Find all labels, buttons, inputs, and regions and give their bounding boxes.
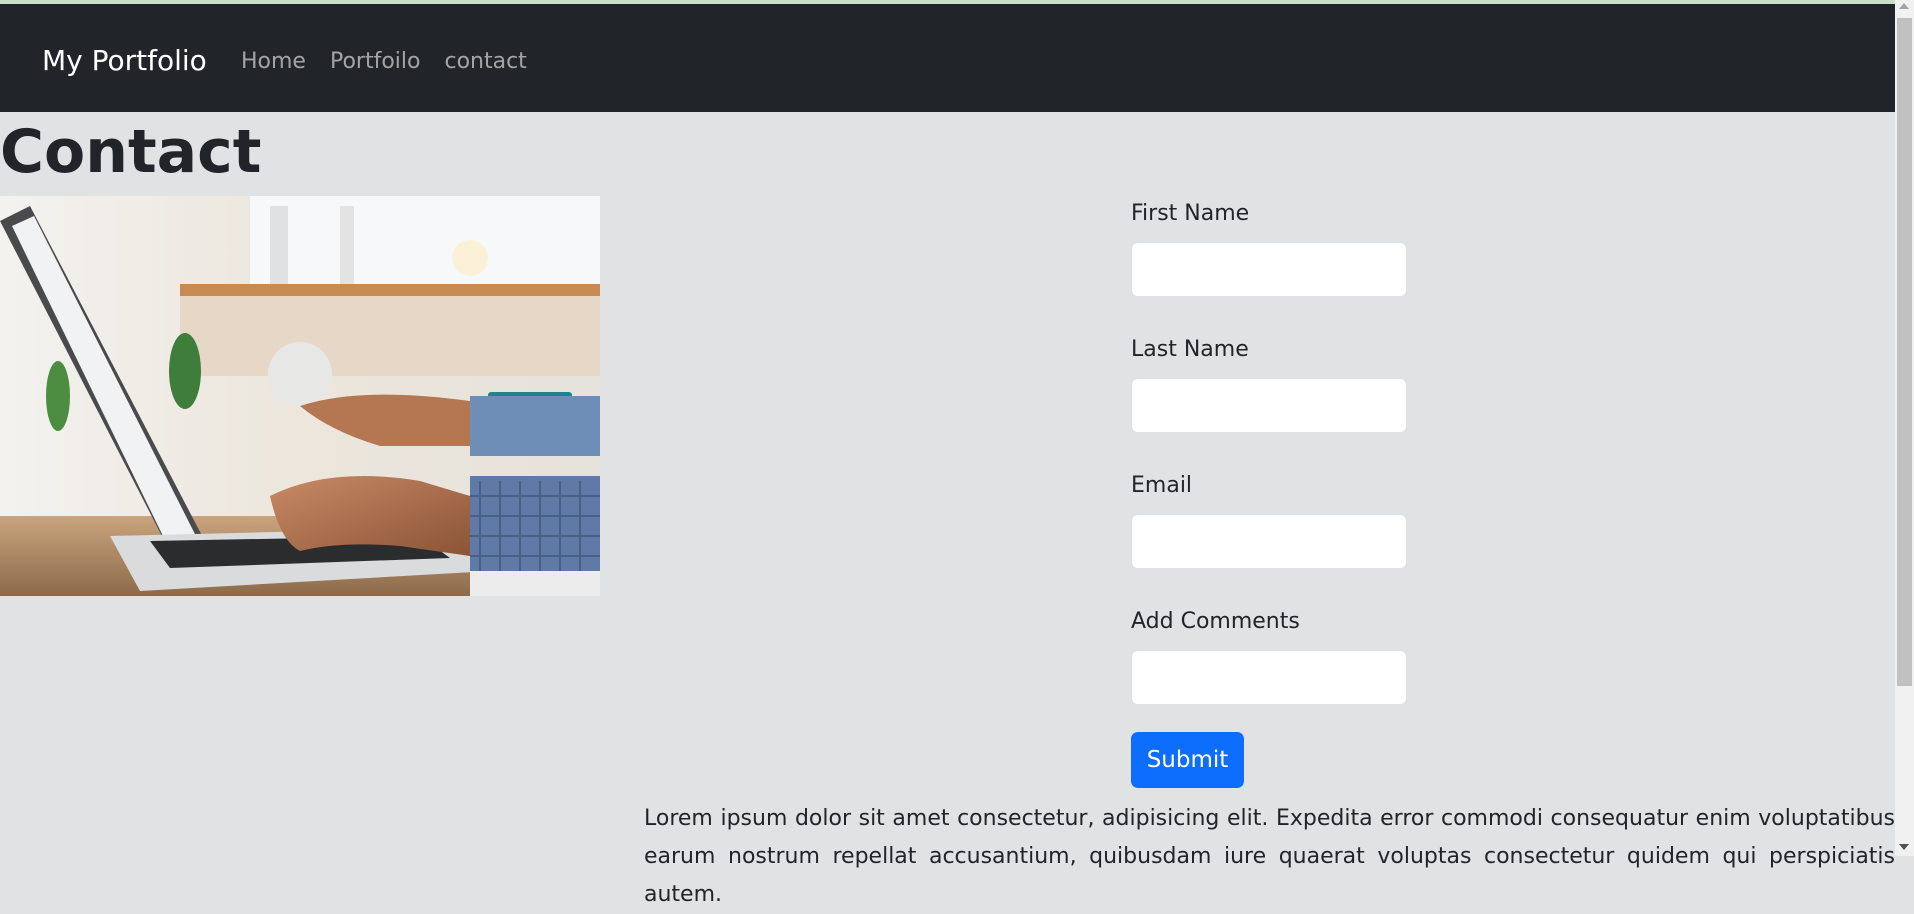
email-input[interactable]	[1131, 514, 1407, 569]
nav-links: Home Portfoilo contact	[241, 49, 527, 74]
submit-button[interactable]: Submit	[1131, 732, 1244, 788]
nav-link-portfolio[interactable]: Portfoilo	[330, 49, 421, 74]
vertical-scrollbar[interactable]	[1895, 0, 1914, 856]
nav-link-home[interactable]: Home	[241, 49, 306, 74]
lorem-paragraph: Lorem ipsum dolor sit amet consectetur, …	[644, 806, 1895, 907]
last-name-label: Last Name	[1131, 337, 1249, 362]
email-label: Email	[1131, 473, 1193, 498]
scrollbar-thumb[interactable]	[1897, 18, 1912, 686]
first-name-input[interactable]	[1131, 242, 1407, 297]
laptop-photo	[0, 196, 600, 596]
comments-input[interactable]	[1131, 650, 1407, 705]
navbar-brand[interactable]: My Portfolio	[42, 44, 207, 77]
page-title: Contact	[0, 117, 262, 187]
scroll-up-arrow-icon[interactable]	[1899, 3, 1909, 9]
navbar: My Portfolio Home Portfoilo contact	[0, 4, 1895, 112]
nav-link-contact[interactable]: contact	[444, 49, 526, 74]
first-name-label: First Name	[1131, 201, 1250, 226]
comments-label: Add Comments	[1131, 609, 1300, 634]
last-name-input[interactable]	[1131, 378, 1407, 433]
scroll-down-arrow-icon[interactable]	[1899, 844, 1909, 850]
contact-form: First Name Last Name Email Add Comments …	[1131, 198, 1411, 788]
